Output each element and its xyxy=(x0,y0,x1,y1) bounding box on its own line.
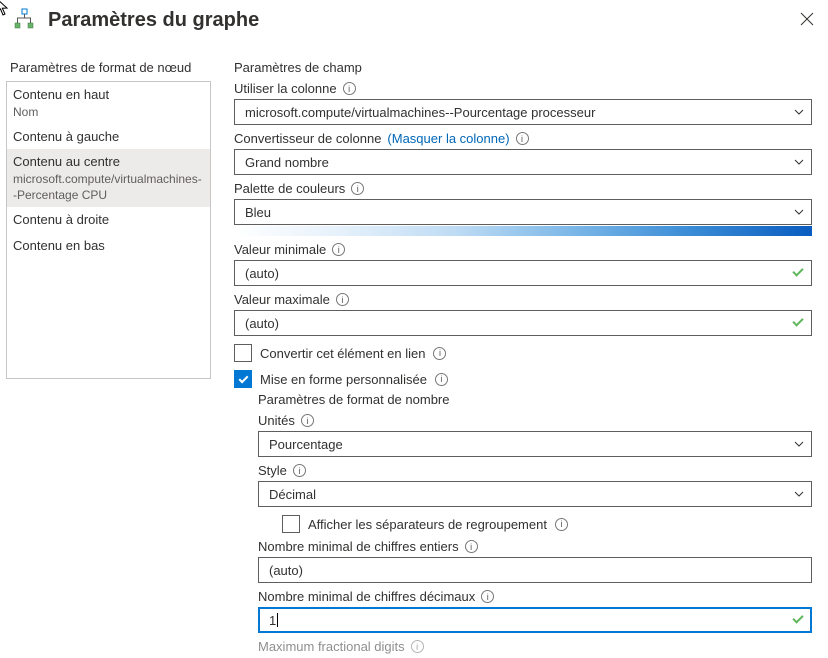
info-icon[interactable]: i xyxy=(411,640,424,653)
min-value: (auto) xyxy=(245,266,279,281)
sidebar-item-label: Contenu à gauche xyxy=(13,128,204,146)
min-int-value: (auto) xyxy=(269,563,303,578)
info-icon[interactable]: i xyxy=(301,414,314,427)
close-button[interactable] xyxy=(800,12,814,31)
palette-value: Bleu xyxy=(245,205,271,220)
palette-preview xyxy=(234,226,812,236)
info-icon[interactable]: i xyxy=(351,182,364,195)
chevron-down-icon xyxy=(793,488,805,500)
info-icon[interactable]: i xyxy=(293,464,306,477)
info-icon[interactable]: i xyxy=(516,132,529,145)
max-label: Valeur maximale xyxy=(234,292,330,307)
max-frac-label: Maximum fractional digits xyxy=(258,639,405,654)
units-select[interactable]: Pourcentage xyxy=(258,431,812,457)
converter-value: Grand nombre xyxy=(245,155,329,170)
min-int-input[interactable]: (auto) xyxy=(258,557,812,583)
custom-format-label: Mise en forme personnalisée xyxy=(260,372,427,387)
info-icon[interactable]: i xyxy=(332,243,345,256)
chevron-down-icon xyxy=(793,156,805,168)
group-sep-label: Afficher les séparateurs de regroupement xyxy=(308,517,547,532)
min-input[interactable]: (auto) xyxy=(234,260,812,286)
sidebar-item-label: Contenu à droite xyxy=(13,211,204,229)
min-frac-input[interactable]: 1 xyxy=(258,607,812,633)
max-value: (auto) xyxy=(245,316,279,331)
info-icon[interactable]: i xyxy=(343,82,356,95)
sidebar-item-label: Contenu en bas xyxy=(13,237,204,255)
max-input[interactable]: (auto) xyxy=(234,310,812,336)
sidebar-item-sub: microsoft.compute/virtualmachines--Perce… xyxy=(13,171,204,203)
style-select[interactable]: Décimal xyxy=(258,481,812,507)
style-value: Décimal xyxy=(269,487,316,502)
info-icon[interactable]: i xyxy=(336,293,349,306)
sidebar-item-left[interactable]: Contenu à gauche xyxy=(7,124,210,150)
chevron-down-icon xyxy=(793,206,805,218)
text-cursor xyxy=(277,613,278,627)
palette-label: Palette de couleurs xyxy=(234,181,345,196)
sidebar-item-label: Contenu en haut xyxy=(13,86,204,104)
use-column-select[interactable]: microsoft.compute/virtualmachines--Pourc… xyxy=(234,99,812,125)
number-format-title: Paramètres de format de nombre xyxy=(258,392,812,407)
min-label: Valeur minimale xyxy=(234,242,326,257)
sidebar-item-top[interactable]: Contenu en haut Nom xyxy=(7,82,210,124)
info-icon[interactable]: i xyxy=(433,347,446,360)
make-link-label: Convertir cet élément en lien xyxy=(260,346,425,361)
units-value: Pourcentage xyxy=(269,437,343,452)
use-column-value: microsoft.compute/virtualmachines--Pourc… xyxy=(245,105,595,120)
node-format-list: Contenu en haut Nom Contenu à gauche Con… xyxy=(6,81,211,379)
group-sep-checkbox[interactable] xyxy=(282,515,300,533)
min-frac-label: Nombre minimal de chiffres décimaux xyxy=(258,589,475,604)
field-settings-title: Paramètres de champ xyxy=(234,60,812,75)
make-link-checkbox[interactable] xyxy=(234,344,252,362)
converter-select[interactable]: Grand nombre xyxy=(234,149,812,175)
units-label: Unités xyxy=(258,413,295,428)
converter-label: Convertisseur de colonne xyxy=(234,131,381,146)
sidebar-item-sub: Nom xyxy=(13,104,204,120)
min-int-label: Nombre minimal de chiffres entiers xyxy=(258,539,459,554)
use-column-label: Utiliser la colonne xyxy=(234,81,337,96)
info-icon[interactable]: i xyxy=(481,590,494,603)
sidebar-item-right[interactable]: Contenu à droite xyxy=(7,207,210,233)
graph-icon xyxy=(12,8,36,32)
palette-select[interactable]: Bleu xyxy=(234,199,812,225)
style-label: Style xyxy=(258,463,287,478)
hide-column-link[interactable]: (Masquer la colonne) xyxy=(387,131,509,146)
dialog-title: Paramètres du graphe xyxy=(48,9,259,32)
close-icon xyxy=(800,12,814,26)
sidebar-item-bottom[interactable]: Contenu en bas xyxy=(7,233,210,259)
min-frac-value: 1 xyxy=(269,613,276,628)
chevron-down-icon xyxy=(793,106,805,118)
info-icon[interactable]: i xyxy=(465,540,478,553)
info-icon[interactable]: i xyxy=(555,518,568,531)
sidebar-item-center[interactable]: Contenu au centre microsoft.compute/virt… xyxy=(7,149,210,207)
sidebar-title: Paramètres de format de nœud xyxy=(10,60,216,75)
sidebar-item-label: Contenu au centre xyxy=(13,153,204,171)
info-icon[interactable]: i xyxy=(435,373,448,386)
chevron-down-icon xyxy=(793,438,805,450)
custom-format-checkbox[interactable] xyxy=(234,370,252,388)
